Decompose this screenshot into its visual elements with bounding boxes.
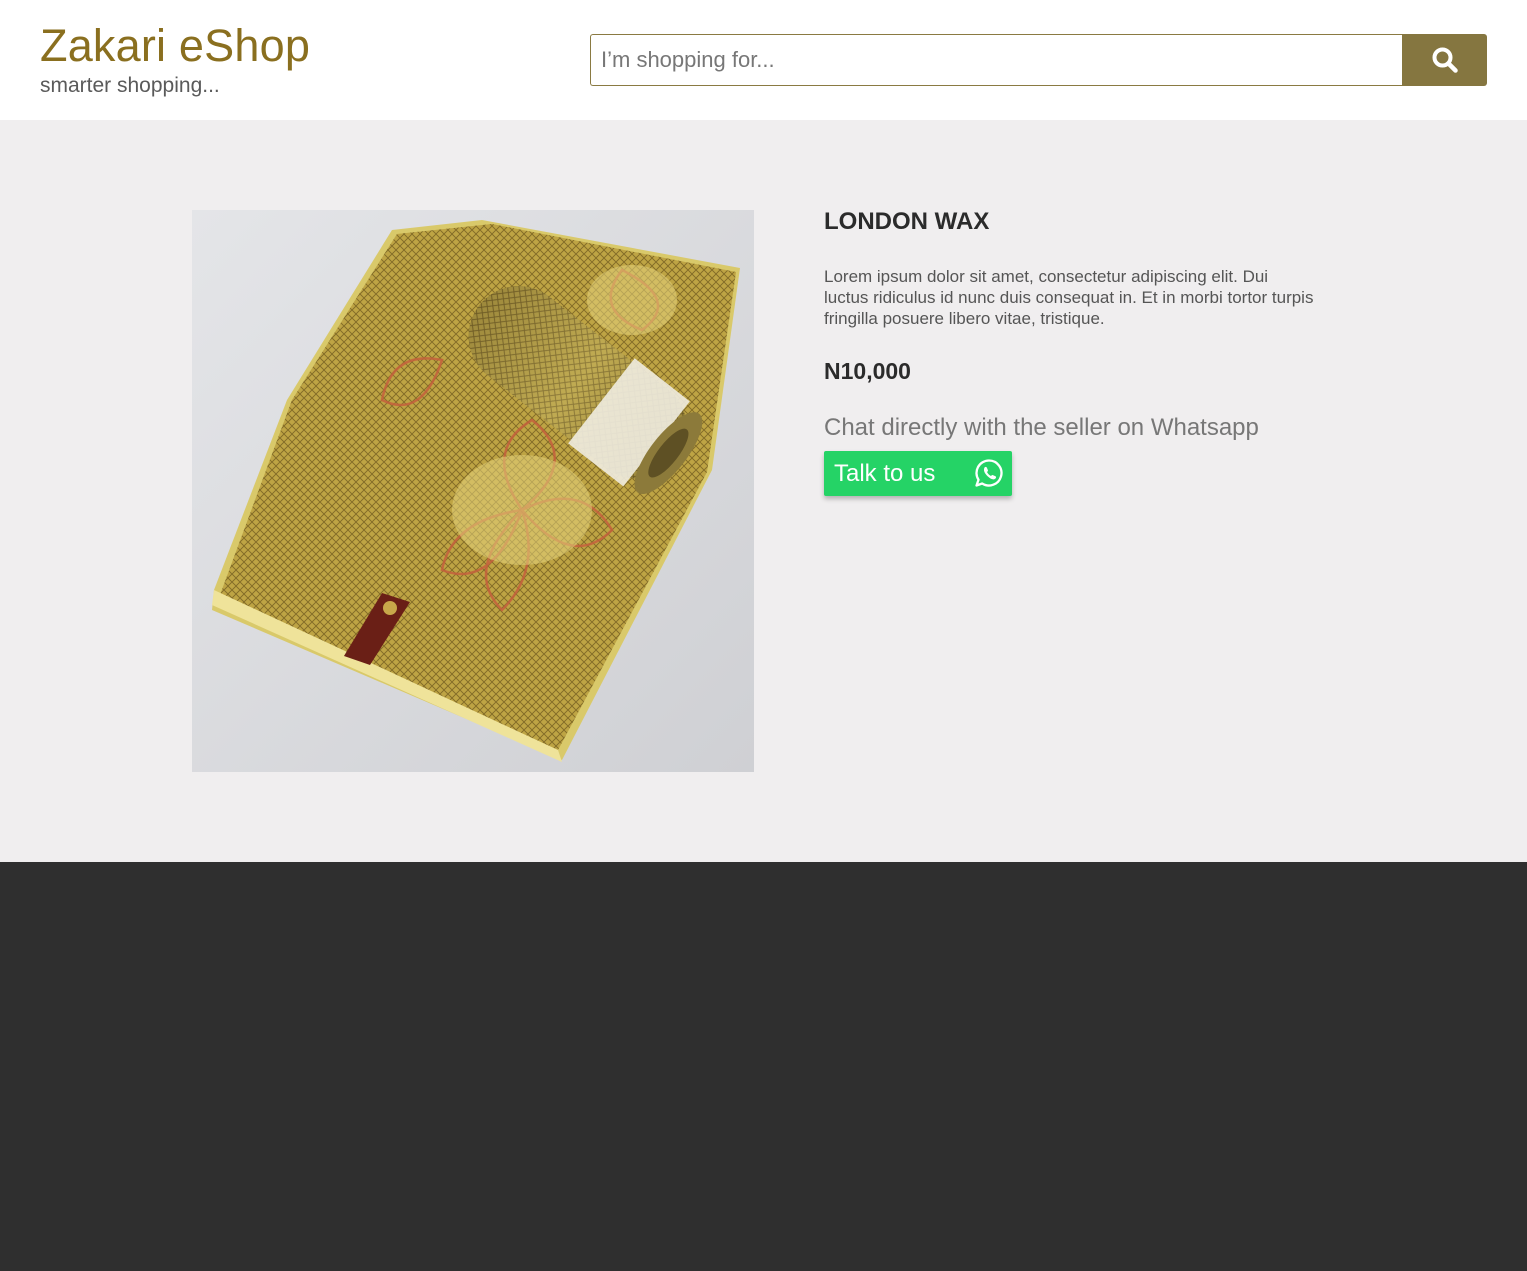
search-icon [1432, 47, 1458, 73]
product-title: LONDON WAX [824, 208, 990, 235]
search-button[interactable] [1402, 34, 1487, 86]
talk-to-us-button[interactable]: Talk to us [824, 451, 1012, 496]
product-price: N10,000 [824, 358, 911, 384]
chat-prompt: Chat directly with the seller on Whatsap… [824, 414, 1259, 441]
brand-logo-text[interactable]: Zakari eShop [40, 20, 310, 72]
product-description: Lorem ipsum dolor sit amet, consectetur … [824, 267, 1314, 328]
site-footer [0, 862, 1527, 1271]
search-input[interactable] [590, 34, 1402, 86]
product-section: LONDON WAX Lorem ipsum dolor sit amet, c… [0, 120, 1527, 862]
brand-tagline: smarter shopping... [40, 74, 220, 97]
product-image [192, 210, 754, 772]
search-bar [590, 34, 1487, 86]
whatsapp-icon [975, 459, 1003, 487]
site-header: Zakari eShop smarter shopping... [0, 0, 1527, 120]
talk-to-us-label: Talk to us [834, 459, 936, 487]
